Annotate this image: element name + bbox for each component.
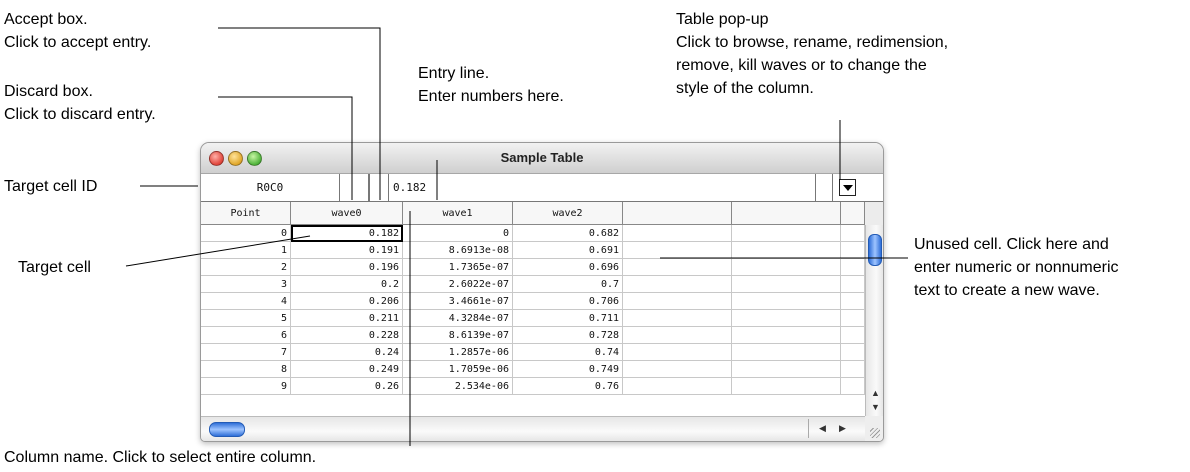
callout-lines (125, 27, 908, 446)
